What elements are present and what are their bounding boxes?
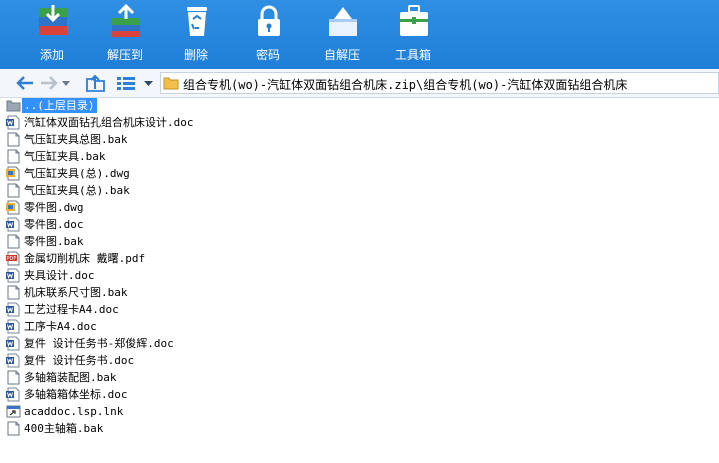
view-list-icon[interactable] — [115, 73, 137, 93]
file-name: 金属切削机床 戴曙.pdf — [24, 252, 146, 265]
file-name: 多轴箱装配图.bak — [24, 371, 117, 384]
file-name: 复件 设计任务书-郑俊辉.doc — [24, 337, 174, 350]
bak-file-icon — [7, 285, 20, 300]
toolbox-button[interactable]: 工具箱 — [381, 0, 445, 69]
doc-file-icon — [6, 336, 20, 351]
file-name: 气压缸夹具总图.bak — [24, 133, 128, 146]
svg-text:PDF: PDF — [7, 256, 17, 262]
toolbox-icon — [400, 5, 428, 36]
bak-file-icon — [7, 370, 20, 385]
file-name: 气压缸夹具(总).dwg — [24, 167, 130, 180]
file-name: 气压缸夹具(总).bak — [24, 184, 130, 197]
bak-file-icon — [7, 132, 20, 147]
file-name: 零件图.dwg — [24, 201, 84, 214]
file-name: 夹具设计.doc — [24, 269, 95, 282]
address-path: 组合专机(wo)-汽缸体双面钻组合机床.zip\组合专机(wo)-汽缸体双面钻组… — [183, 78, 628, 92]
main-toolbar: 添加 解压到 删除 密码 自解压 工具箱 — [0, 0, 719, 69]
pdf-file-icon: PDF — [6, 251, 20, 266]
folder-icon — [163, 77, 179, 90]
file-name: 多轴箱箱体坐标.doc — [24, 388, 128, 401]
doc-file-icon — [6, 353, 20, 368]
forward-arrow-icon[interactable] — [38, 73, 60, 93]
delete-button[interactable]: 删除 — [164, 0, 228, 69]
file-list: ..(上层目录) 汽缸体双面钻孔组合机床设计.doc 气压缸夹具总图.bak 气… — [0, 97, 719, 463]
doc-file-icon — [6, 319, 20, 334]
file-name: 零件图.bak — [24, 235, 84, 248]
file-name: 零件图.doc — [24, 218, 84, 231]
view-dropdown-icon[interactable] — [144, 79, 153, 87]
navigation-bar: 组合专机(wo)-汽缸体双面钻组合机床.zip\组合专机(wo)-汽缸体双面钻组… — [0, 69, 719, 98]
dwg-file-icon — [6, 166, 20, 181]
self-extract-icon — [329, 7, 357, 36]
add-button-label: 添加 — [39, 48, 64, 62]
file-name: 汽缸体双面钻孔组合机床设计.doc — [24, 116, 194, 129]
bak-file-icon — [7, 421, 20, 436]
doc-file-icon — [6, 387, 20, 402]
file-name: 400主轴箱.bak — [24, 422, 104, 435]
extract-to-button-label: 解压到 — [106, 48, 143, 62]
toolbox-button-label: 工具箱 — [394, 48, 431, 62]
self-extract-button-label: 自解压 — [323, 48, 360, 62]
extract-to-icon — [112, 4, 140, 37]
doc-file-icon — [6, 268, 20, 283]
delete-recycle-icon — [187, 7, 207, 36]
self-extract-button[interactable]: 自解压 — [310, 0, 374, 69]
parent-folder-icon — [6, 100, 21, 112]
password-button[interactable]: 密码 — [236, 0, 300, 69]
add-button[interactable]: 添加 — [20, 0, 84, 69]
doc-file-icon — [6, 217, 20, 232]
extract-to-button[interactable]: 解压到 — [93, 0, 157, 69]
up-folder-icon[interactable] — [85, 73, 107, 93]
file-name: 气压缸夹具.bak — [24, 150, 106, 163]
file-name: 工序卡A4.doc — [24, 320, 97, 333]
history-dropdown-icon[interactable] — [62, 79, 70, 87]
back-arrow-icon[interactable] — [14, 73, 36, 93]
address-bar[interactable]: 组合专机(wo)-汽缸体双面钻组合机床.zip\组合专机(wo)-汽缸体双面钻组… — [160, 72, 719, 94]
delete-button-label: 删除 — [183, 48, 208, 62]
bak-file-icon — [7, 149, 20, 164]
add-archive-icon — [39, 5, 67, 35]
password-lock-icon — [258, 5, 280, 36]
bak-file-icon — [7, 183, 20, 198]
password-button-label: 密码 — [255, 48, 280, 62]
file-name: 复件 设计任务书.doc — [24, 354, 135, 367]
dwg-file-icon — [6, 200, 20, 215]
file-name: ..(上层目录) — [22, 98, 97, 113]
bak-file-icon — [7, 234, 20, 249]
file-name: acaddoc.lsp.lnk — [24, 405, 124, 418]
doc-file-icon — [6, 302, 20, 317]
file-name: 工艺过程卡A4.doc — [24, 303, 119, 316]
doc-file-icon — [6, 115, 20, 130]
lnk-file-icon — [6, 405, 21, 418]
file-name: 机床联系尺寸图.bak — [24, 286, 128, 299]
